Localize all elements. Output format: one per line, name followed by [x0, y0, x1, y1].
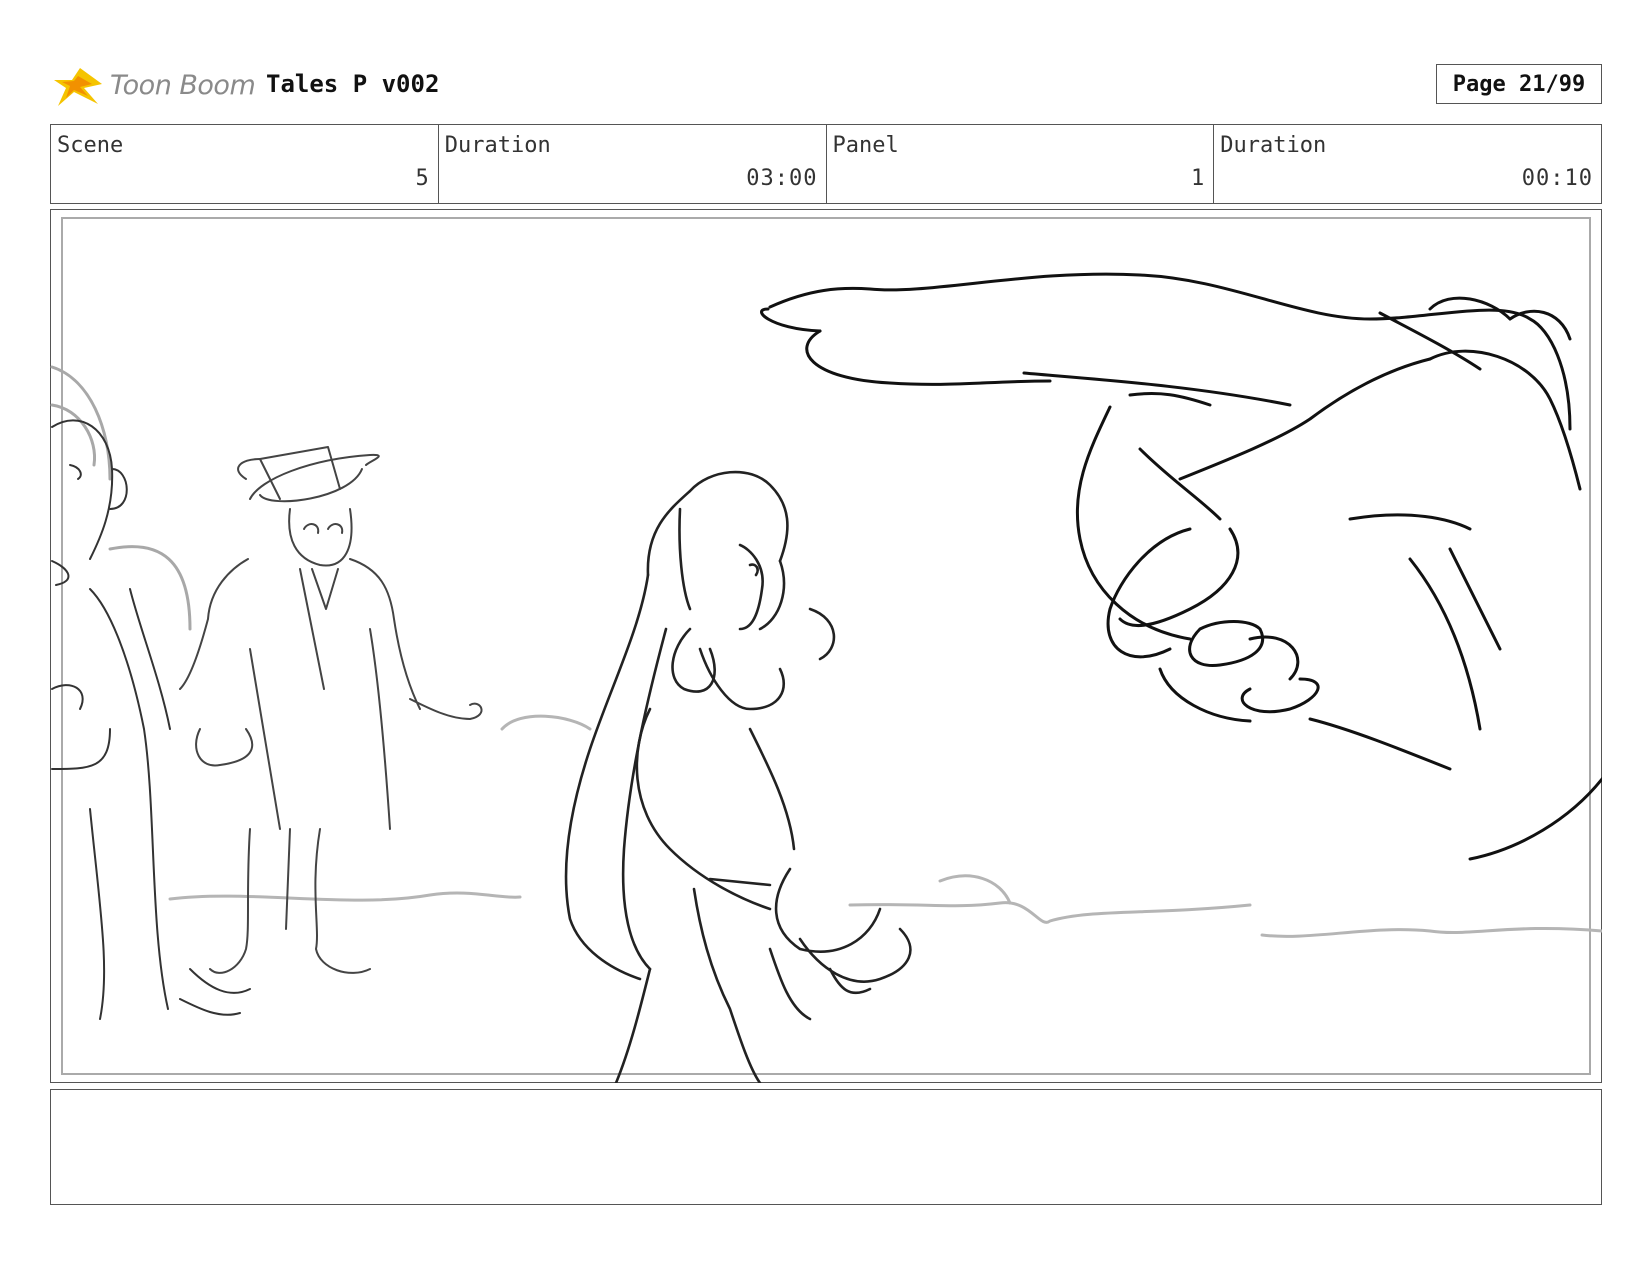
- panel-duration-value: 00:10: [1521, 166, 1593, 191]
- scene-info-table: Scene 5 Duration 03:00 Panel 1 Duration …: [50, 124, 1602, 204]
- panel-label: Panel: [832, 133, 899, 158]
- panel-duration-label: Duration: [1220, 133, 1327, 158]
- girl-character: [564, 470, 912, 1083]
- toon-boom-logo: Toon Boom: [52, 58, 256, 114]
- starburst-icon: [54, 68, 102, 106]
- scene-cell: Scene 5: [51, 125, 439, 203]
- left-character-back: [50, 365, 192, 631]
- left-character: [51, 419, 251, 1020]
- panel-value: 1: [1191, 166, 1206, 191]
- giant-hand: [760, 272, 1602, 861]
- scene-duration-label: Duration: [444, 133, 551, 158]
- scene-label: Scene: [57, 133, 124, 158]
- scene-duration-cell: Duration 03:00: [439, 125, 827, 203]
- logo-text: Toon Boom: [110, 70, 256, 101]
- panel-cell: Panel 1: [827, 125, 1215, 203]
- document-title: Tales P v002: [266, 70, 440, 98]
- page-indicator: Page 21/99: [1436, 64, 1602, 104]
- storyboard-sketch: [50, 272, 1602, 1083]
- scene-duration-value: 03:00: [746, 166, 818, 191]
- panel-duration-cell: Duration 00:10: [1214, 125, 1601, 203]
- panel-notes: [50, 1089, 1602, 1205]
- scene-value: 5: [415, 166, 430, 191]
